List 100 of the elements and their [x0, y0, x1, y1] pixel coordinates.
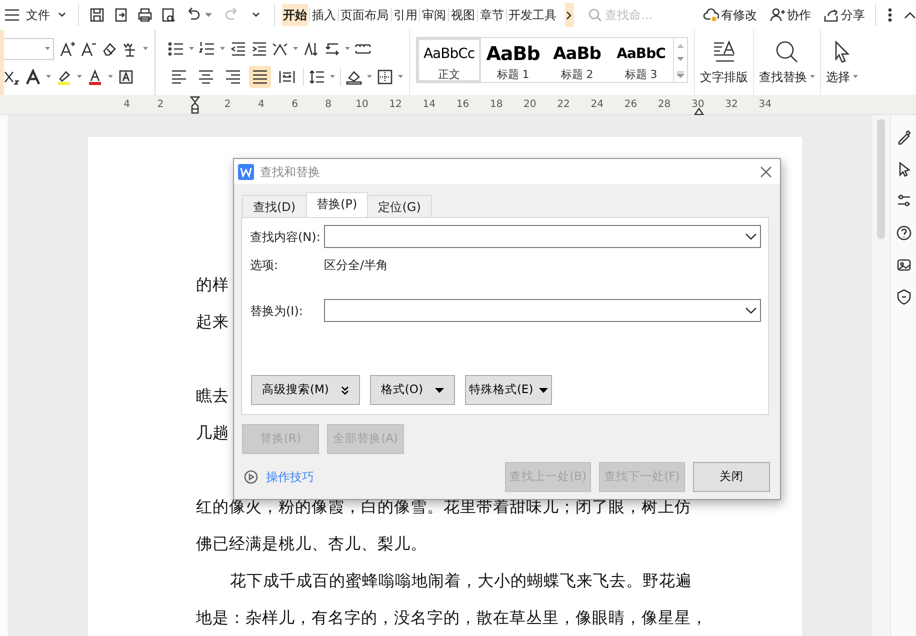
dialog-tab[interactable]: 替换(P): [306, 192, 368, 217]
caret-icon[interactable]: [293, 46, 298, 50]
line-spacing-icon[interactable]: [309, 68, 325, 84]
ribbon-tab[interactable]: 审阅: [421, 4, 448, 26]
align-distributed-icon: [279, 68, 295, 84]
caret-icon[interactable]: [46, 74, 51, 78]
outline-font-icon[interactable]: [25, 68, 41, 84]
options-label: 选项:: [250, 256, 280, 274]
font-shrink-icon[interactable]: [80, 40, 96, 56]
ribbon-tab[interactable]: 开始: [282, 4, 308, 26]
indent-icon[interactable]: [251, 40, 267, 56]
style-preset[interactable]: AaBb 标题 2: [545, 38, 609, 82]
chevron-icon[interactable]: [252, 11, 262, 19]
text-direction-icon[interactable]: [272, 40, 288, 56]
dialog-tab[interactable]: 定位(G): [367, 195, 432, 217]
character-border-icon[interactable]: [118, 68, 134, 84]
ruler-number: 8: [324, 99, 333, 110]
ribbon-tab[interactable]: 页面布局: [340, 4, 390, 26]
font-grow-icon[interactable]: [59, 40, 75, 56]
numbered-list-icon[interactable]: [199, 40, 215, 56]
more-tabs-button[interactable]: [564, 3, 574, 27]
font-color-icon[interactable]: [87, 68, 103, 84]
scroll-down-icon[interactable]: [677, 56, 684, 62]
caret-icon[interactable]: [367, 74, 372, 78]
toolbar-button[interactable]: 有修改: [699, 3, 762, 27]
highlighter-icon[interactable]: [56, 68, 72, 84]
style-preset[interactable]: AaBbCc 正文: [417, 38, 481, 82]
options-value: 区分全/半角: [324, 256, 388, 274]
outdent-icon[interactable]: [230, 40, 246, 56]
dropdown-button[interactable]: 格式(O): [370, 375, 455, 405]
more-icon[interactable]: [888, 8, 892, 22]
ruler-number: 10: [354, 99, 370, 110]
caret-icon[interactable]: [330, 74, 335, 78]
image-icon[interactable]: [896, 257, 912, 273]
align-justify-button[interactable]: [249, 66, 271, 88]
style-preset[interactable]: AaBb 标题 1: [481, 38, 545, 82]
ribbon-tab[interactable]: 视图: [450, 4, 476, 26]
caret-icon[interactable]: [205, 12, 212, 18]
shield-icon[interactable]: [896, 289, 912, 305]
ruler-number: 20: [522, 99, 538, 110]
align-justify-icon: [252, 68, 268, 84]
combo-field[interactable]: [324, 225, 761, 248]
ruler-number: 4: [122, 99, 131, 110]
document-text: 几趟: [196, 423, 229, 443]
ruler-number: 12: [388, 99, 403, 110]
caret-icon[interactable]: [345, 46, 350, 50]
caret-icon[interactable]: [220, 46, 225, 50]
ruler-number: 2: [156, 99, 165, 110]
help-icon[interactable]: [896, 225, 912, 241]
share-icon: [823, 7, 840, 23]
ruler-number: 28: [656, 99, 672, 110]
ribbon-tab[interactable]: 开发工具: [508, 4, 558, 26]
layout-icon: [712, 40, 736, 64]
caret-icon[interactable]: [398, 74, 403, 78]
dropdown-button[interactable]: 特殊格式(E): [464, 375, 552, 405]
phonetic-icon[interactable]: [122, 40, 138, 56]
ruler-number: 26: [623, 99, 638, 110]
ruler-number: 4: [256, 99, 266, 110]
toolbar-button[interactable]: 分享: [819, 3, 870, 27]
caret-icon: [853, 74, 858, 78]
ribbon-tab[interactable]: 插入: [310, 4, 337, 26]
bullet-list-icon[interactable]: [168, 40, 184, 56]
search-field[interactable]: 查找命...: [605, 6, 676, 24]
dropdown-button[interactable]: 高级搜索(M): [251, 375, 360, 405]
expand-gallery-icon[interactable]: [677, 70, 684, 78]
chevron-icon: [58, 11, 68, 19]
shading-icon[interactable]: [346, 68, 362, 84]
play-circle-icon[interactable]: [244, 470, 258, 484]
ribbon-tab[interactable]: 章节: [478, 4, 505, 26]
chevron-right-icon: [566, 10, 572, 20]
close-icon[interactable]: [759, 164, 773, 178]
dialog-title: 查找和替换: [260, 164, 321, 180]
collapse-icon[interactable]: [904, 11, 916, 19]
style-preset[interactable]: AaBbC 标题 3: [609, 38, 673, 82]
caret-icon[interactable]: [189, 46, 194, 50]
action-button[interactable]: 关闭: [693, 462, 770, 492]
chevron-icon: [745, 232, 757, 240]
document-text: 花下成千成百的蜜蜂嗡嗡地闹着，大小的蝴蝶飞来飞去。野花遍: [230, 571, 692, 591]
collab-icon: [769, 7, 786, 23]
font-size-field[interactable]: [4, 38, 54, 60]
pen-icon[interactable]: [896, 129, 912, 145]
caret-icon[interactable]: [143, 46, 148, 50]
combo-field[interactable]: [324, 299, 761, 322]
sort-icon[interactable]: [303, 40, 319, 56]
file-menu[interactable]: 文件: [0, 3, 72, 27]
scrollbar[interactable]: [872, 115, 890, 636]
caret-icon[interactable]: [77, 74, 82, 78]
borders-icon[interactable]: [377, 68, 393, 84]
caret-icon[interactable]: [108, 74, 113, 78]
caret-icon: [45, 46, 50, 50]
indent-marker-icon[interactable]: [190, 96, 200, 114]
line-break-icon[interactable]: [324, 40, 340, 56]
caret-icon: [810, 74, 815, 78]
sliders-icon[interactable]: [896, 193, 912, 209]
ruler-number: 14: [422, 99, 436, 110]
document-text: 佛已经满是桃儿、杏儿、梨儿。: [196, 534, 427, 554]
ribbon-tab[interactable]: 引用: [392, 4, 418, 26]
toolbar-button[interactable]: 协作: [765, 3, 816, 27]
dialog-tab[interactable]: 查找(D): [242, 195, 307, 217]
eraser-icon[interactable]: [101, 40, 117, 56]
